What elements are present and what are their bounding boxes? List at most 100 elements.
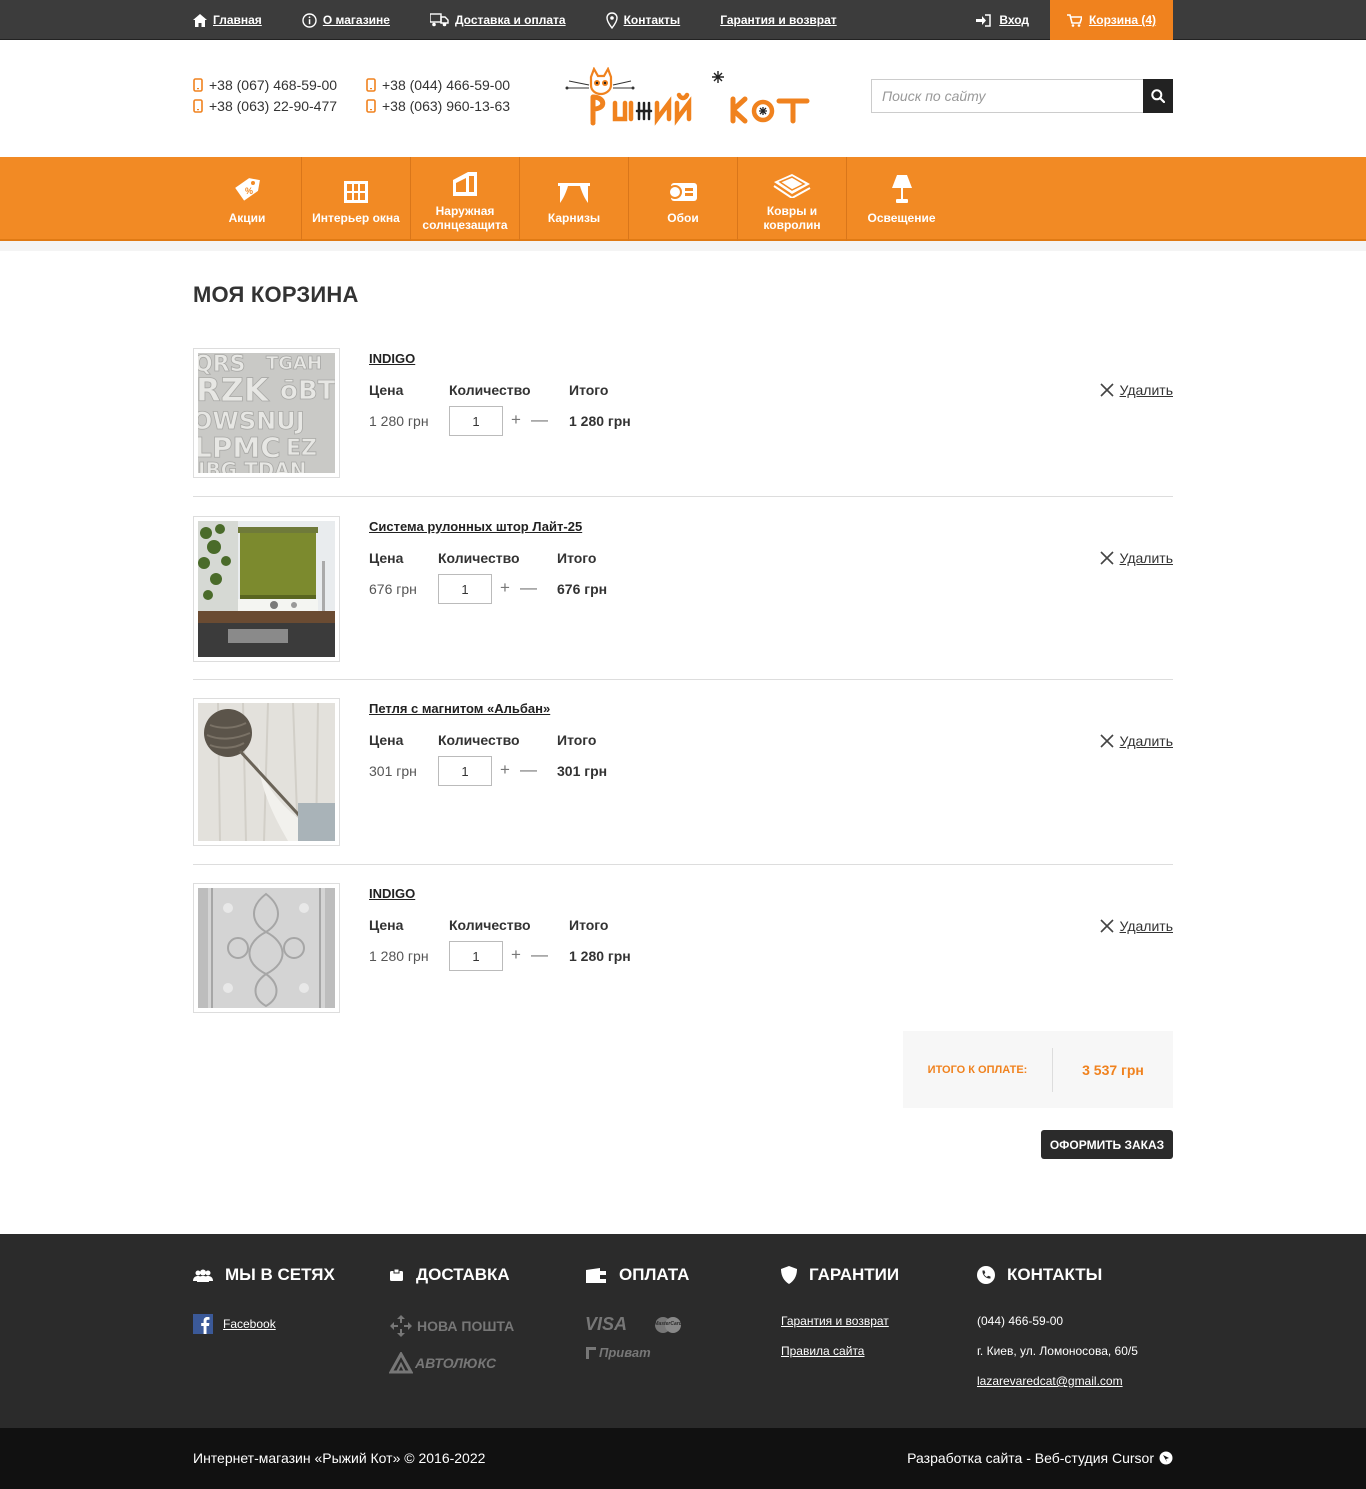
price-label: Цена [369, 382, 404, 398]
phone-text: +38 (044) 466-59-00 [382, 77, 511, 93]
category-sale[interactable]: % Акции [193, 157, 302, 241]
top-right: Вход Корзина (4) [976, 0, 1173, 40]
product-name-link[interactable]: INDIGO [369, 351, 415, 366]
mobile-phone-icon [193, 99, 203, 113]
quantity-input[interactable] [449, 406, 503, 436]
avtolux-logo: АВТОЛЮКС [389, 1352, 514, 1374]
map-pin-icon [605, 11, 618, 29]
category-wallpaper[interactable]: Обои [629, 157, 738, 241]
curtain-rod-icon [557, 173, 591, 205]
category-lighting[interactable]: Освещение [847, 157, 956, 241]
product-thumbnail[interactable] [193, 698, 340, 846]
delete-label: Удалить [1119, 550, 1173, 566]
category-outdoor-sun[interactable]: Наружная солнцезащита [411, 157, 520, 241]
checkout-button[interactable]: ОФОРМИТЬ ЗАКАЗ [1041, 1130, 1173, 1159]
item-total: 1 280 грн [569, 413, 631, 429]
category-window-interior[interactable]: Интерьер окна [302, 157, 411, 241]
footer-heading-text: ОПЛАТА [619, 1265, 690, 1284]
quantity-increase-button[interactable]: + [500, 578, 510, 598]
info-icon [302, 12, 317, 28]
top-link-guarantee[interactable]: Гарантия и возврат [720, 13, 836, 27]
category-label: Акции [228, 211, 266, 225]
quantity-decrease-button[interactable]: — [520, 578, 537, 598]
carrier-name: АВТОЛЮКС [415, 1355, 497, 1371]
developer-link[interactable]: Разработка сайта - Веб-студия Cursor [907, 1450, 1173, 1466]
search-form [871, 79, 1173, 113]
phone-number[interactable]: +38 (063) 960-13-63 [366, 98, 516, 114]
quantity-decrease-button[interactable]: — [520, 760, 537, 780]
category-label: Наружная солнцезащита [422, 204, 508, 232]
quantity-decrease-button[interactable]: — [531, 410, 548, 430]
top-link-home[interactable]: Главная [193, 13, 262, 27]
item-total: 1 280 грн [569, 948, 631, 964]
top-link-contacts[interactable]: Контакты [605, 11, 680, 29]
category-cornices[interactable]: Карнизы [520, 157, 629, 241]
quantity-increase-button[interactable]: + [500, 760, 510, 780]
mastercard-logo: MasterCard [653, 1316, 683, 1334]
delete-item-button[interactable]: Удалить [1099, 550, 1173, 566]
quantity-input[interactable] [449, 941, 503, 971]
quantity-input[interactable] [438, 574, 492, 604]
svg-text:IBG TDAN: IBG TDAN [198, 458, 307, 473]
contact-email-link[interactable]: lazarevaredcat@gmail.com [977, 1374, 1138, 1388]
top-link-label: Главная [213, 13, 262, 27]
contact-phone[interactable]: (044) 466-59-00 [977, 1314, 1138, 1328]
quantity-increase-button[interactable]: + [511, 945, 521, 965]
delete-item-button[interactable]: Удалить [1099, 733, 1173, 749]
phone-number[interactable]: +38 (067) 468-59-00 [193, 77, 366, 93]
delete-item-button[interactable]: Удалить [1099, 918, 1173, 934]
mobile-phone-icon [366, 78, 376, 92]
nova-poshta-icon [390, 1315, 412, 1337]
summary-total: 3 537 грн [1082, 1061, 1144, 1078]
site-logo[interactable] [563, 66, 815, 127]
login-link[interactable]: Вход [976, 13, 1029, 27]
search-input[interactable] [871, 79, 1143, 113]
quantity-input[interactable] [438, 756, 492, 786]
close-icon [1099, 919, 1114, 933]
category-label: Карнизы [547, 211, 601, 225]
shield-icon [781, 1266, 797, 1284]
quantity-increase-button[interactable]: + [511, 410, 521, 430]
users-icon [193, 1269, 213, 1282]
category-label: Ковры и ковролин [763, 204, 821, 232]
product-thumbnail[interactable] [193, 883, 340, 1013]
order-summary: ИТОГО К ОПЛАТЕ: 3 537 грн [903, 1031, 1173, 1108]
top-nav: Главная О магазине Доставка и оплата Кон… [193, 0, 877, 40]
mobile-phone-icon [366, 99, 376, 113]
login-icon [976, 13, 992, 27]
svg-text:RZK: RZK [198, 371, 270, 409]
cart-button[interactable]: Корзина (4) [1050, 0, 1173, 40]
price-label: Цена [369, 550, 404, 566]
phone-number[interactable]: +38 (063) 22-90-477 [193, 98, 366, 114]
cart-item: Петля с магнитом «Альбан» Цена Количеств… [193, 680, 1173, 865]
sale-tag-icon: % [232, 173, 262, 205]
carrier-name: НОВА ПОШТА [417, 1318, 515, 1334]
page-title: МОЯ КОРЗИНА [193, 282, 359, 307]
contact-address: г. Киев, ул. Ломоносова, 60/5 [977, 1344, 1138, 1358]
privat-logo: Приват [585, 1345, 689, 1360]
total-label: Итого [569, 917, 609, 933]
facebook-icon [193, 1314, 213, 1334]
search-button[interactable] [1143, 79, 1173, 113]
product-name-link[interactable]: Система рулонных штор Лайт-25 [369, 519, 582, 534]
quantity-decrease-button[interactable]: — [531, 945, 548, 965]
site-rules-link[interactable]: Правила сайта [781, 1344, 899, 1358]
quantity-label: Количество [438, 732, 520, 748]
phone-number[interactable]: +38 (044) 466-59-00 [366, 77, 516, 93]
footer-heading: ОПЛАТА [585, 1265, 690, 1284]
phone-text: +38 (063) 960-13-63 [382, 98, 511, 114]
top-link-about[interactable]: О магазине [302, 12, 390, 28]
total-label: Итого [557, 732, 597, 748]
top-link-delivery[interactable]: Доставка и оплата [429, 13, 566, 27]
facebook-link[interactable]: Facebook [193, 1314, 335, 1334]
item-price: 676 грн [369, 581, 417, 597]
guarantee-link[interactable]: Гарантия и возврат [781, 1314, 899, 1328]
category-carpets[interactable]: Ковры и ковролин [738, 157, 847, 241]
delete-item-button[interactable]: Удалить [1099, 382, 1173, 398]
product-thumbnail[interactable]: QRS TGAH RZK ōBT OWSNUJ LPMC EZ IBG TDAN [193, 348, 340, 478]
product-name-link[interactable]: INDIGO [369, 886, 415, 901]
footer-heading: КОНТАКТЫ [977, 1265, 1138, 1284]
product-name-link[interactable]: Петля с магнитом «Альбан» [369, 701, 550, 716]
delete-label: Удалить [1119, 382, 1173, 398]
product-thumbnail[interactable] [193, 516, 340, 662]
